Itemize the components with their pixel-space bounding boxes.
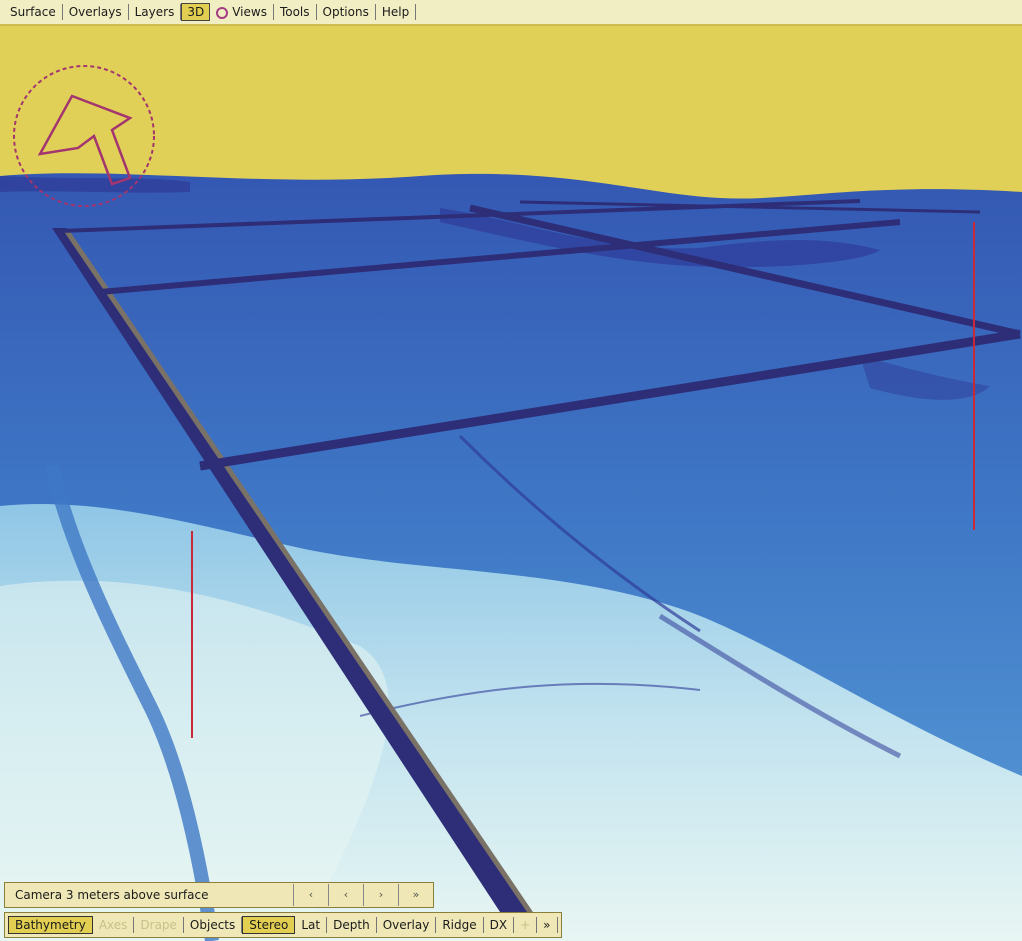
navigation-circle-icon <box>216 6 229 19</box>
toggle-depth[interactable]: Depth <box>327 917 377 933</box>
toggle-ridge[interactable]: Ridge <box>436 917 484 933</box>
step-forward-button[interactable]: » <box>398 884 433 906</box>
camera-status-text: Camera 3 meters above surface <box>15 888 209 902</box>
navigation-arrow-icon[interactable] <box>8 60 160 212</box>
toggle-lat[interactable]: Lat <box>295 917 328 933</box>
view-status-bar: Camera 3 meters above surface ‹ ‹ › » <box>4 882 434 908</box>
menu-views-label: Views <box>232 5 267 19</box>
step-back-button[interactable]: ‹ <box>293 884 328 906</box>
toggle-axes[interactable]: Axes <box>93 917 135 933</box>
step-next-button[interactable]: › <box>363 884 398 906</box>
toggle-objects[interactable]: Objects <box>184 917 243 933</box>
menu-views[interactable]: Views <box>210 4 274 20</box>
menu-layers[interactable]: Layers <box>129 4 182 20</box>
top-toolbar: Surface Overlays Layers 3D Views Tools O… <box>0 0 1022 26</box>
toggle-overlay[interactable]: Overlay <box>377 917 437 933</box>
menu-3d[interactable]: 3D <box>181 3 211 21</box>
step-prev-button[interactable]: ‹ <box>328 884 363 906</box>
more-button[interactable]: » <box>537 917 558 933</box>
toggle-drape[interactable]: Drape <box>134 917 184 933</box>
menu-tools[interactable]: Tools <box>274 4 317 20</box>
toggle-stereo[interactable]: Stereo <box>242 916 296 934</box>
toggle-dx[interactable]: DX <box>484 917 515 933</box>
menu-surface[interactable]: Surface <box>4 4 63 20</box>
menu-options[interactable]: Options <box>317 4 376 20</box>
menu-overlays[interactable]: Overlays <box>63 4 129 20</box>
menu-help[interactable]: Help <box>376 4 417 20</box>
toggle-bathymetry[interactable]: Bathymetry <box>8 916 93 934</box>
zoom-in-button[interactable]: + <box>514 917 538 933</box>
layer-toggle-bar: Bathymetry Axes Drape Objects Stereo Lat… <box>4 912 562 938</box>
